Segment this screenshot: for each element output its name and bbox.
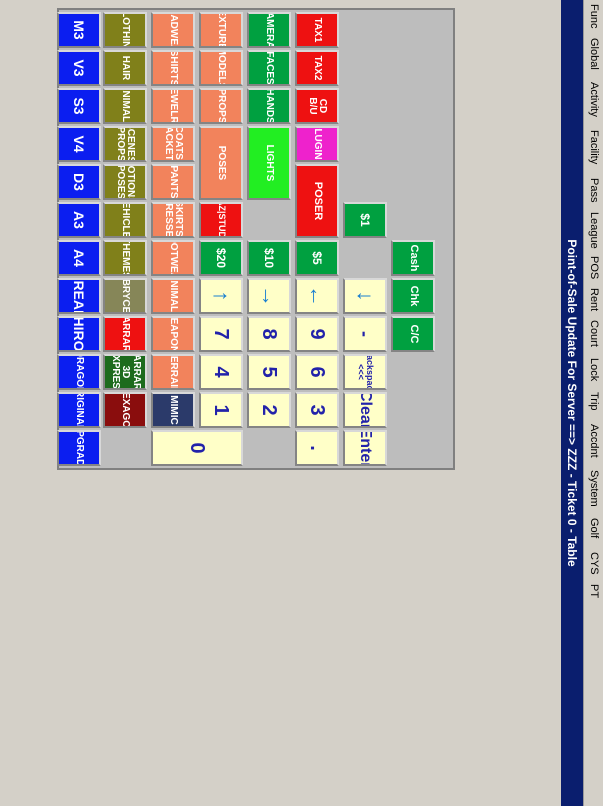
key-models[interactable]: MODELS: [199, 50, 243, 86]
menu-trip[interactable]: Trip: [588, 392, 600, 411]
key-clear[interactable]: Clear: [343, 392, 387, 428]
key-3[interactable]: 3: [295, 392, 339, 428]
key-cd-bu[interactable]: CD B/U: [295, 88, 339, 124]
menu-accdnt[interactable]: Accdnt: [588, 424, 600, 458]
key-7[interactable]: 7: [199, 316, 243, 352]
key-props[interactable]: PROPS: [199, 88, 243, 124]
key-up[interactable]: ↑: [199, 278, 243, 314]
key-themes[interactable]: THEMES: [103, 240, 147, 276]
key-vehicles[interactable]: VEHICLES: [103, 202, 147, 238]
menu-golf[interactable]: Golf: [588, 518, 600, 538]
key-dazstudio[interactable]: DAZ|STUDIO: [199, 202, 243, 238]
key-0[interactable]: 0: [151, 430, 243, 466]
key-a4[interactable]: A4: [57, 240, 101, 276]
key-plugins[interactable]: PLUGINS: [295, 126, 339, 162]
key-tax2[interactable]: TAX2: [295, 50, 339, 86]
key-a3[interactable]: A3: [57, 202, 101, 238]
key-chk[interactable]: Chk: [391, 278, 435, 314]
key-bryce[interactable]: BRYCE: [103, 278, 147, 314]
key-tax1[interactable]: TAX1: [295, 12, 339, 48]
key-4[interactable]: 4: [199, 354, 243, 390]
key-textures[interactable]: TEXTURES: [199, 12, 243, 48]
key-carrara-3d[interactable]: CARRARA 3D EXPRESS: [103, 354, 147, 390]
key-8[interactable]: 8: [247, 316, 291, 352]
key-dragon[interactable]: DRAGON: [57, 354, 101, 390]
key-carrara[interactable]: CARRARA: [103, 316, 147, 352]
key-animals[interactable]: ANIMALS: [103, 88, 147, 124]
key-poses[interactable]: POSES: [199, 126, 243, 200]
menu-league[interactable]: League: [588, 212, 600, 249]
key-usd5[interactable]: $5: [295, 240, 339, 276]
key-5[interactable]: 5: [247, 354, 291, 390]
key-animals2[interactable]: ANIMALS: [151, 278, 195, 314]
key-hands[interactable]: HANDS: [247, 88, 291, 124]
key-m3[interactable]: M3: [57, 12, 101, 48]
pos-window: Func Global Activity Facility Pass Leagu…: [0, 0, 603, 806]
key-v3[interactable]: V3: [57, 50, 101, 86]
keypad-panel: M3 V3 S3 V4 D3 A3 A4 FREAK HIRO DRAGON ORIGINALS UP…: [57, 8, 455, 470]
key-d3[interactable]: D3: [57, 164, 101, 200]
menu-bar: Func Global Activity Facility Pass Leagu…: [583, 0, 603, 806]
key-cc[interactable]: C/C: [391, 316, 435, 352]
key-minus[interactable]: -: [343, 316, 387, 352]
key-clothing[interactable]: CLOTHING: [103, 12, 147, 48]
key-freak[interactable]: FREAK: [57, 278, 101, 314]
key-coats-jackets[interactable]: COATS/ JACKETS: [151, 126, 195, 162]
menu-cys[interactable]: CYS: [588, 552, 600, 575]
key-motions-poses[interactable]: MOTIONS/ POSES: [103, 164, 147, 200]
key-terrain[interactable]: TERRAIN: [151, 354, 195, 390]
key-cameras[interactable]: CAMERAS: [247, 12, 291, 48]
key-hiro[interactable]: HIRO: [57, 316, 101, 352]
key-down[interactable]: ↓: [343, 278, 387, 314]
key-usd20[interactable]: $20: [199, 240, 243, 276]
menu-lock[interactable]: Lock: [588, 358, 600, 381]
key-scenes-props[interactable]: SCENES/ PROPS: [103, 126, 147, 162]
menu-system[interactable]: System: [588, 470, 600, 507]
menu-func[interactable]: Func: [588, 4, 600, 28]
key-headwear[interactable]: HEADWEAR: [151, 12, 195, 48]
key-right[interactable]: →: [247, 278, 291, 314]
key-jewelry[interactable]: JEWELRY: [151, 88, 195, 124]
key-9[interactable]: 9: [295, 316, 339, 352]
menu-court[interactable]: Court: [588, 320, 600, 347]
key-6[interactable]: 6: [295, 354, 339, 390]
key-usd10[interactable]: $10: [247, 240, 291, 276]
title-bar: Point-of-Sale Update For Server ==> ZZZ …: [561, 0, 583, 806]
menu-pos[interactable]: POS: [588, 256, 600, 279]
key-lights[interactable]: LIGHTS: [247, 126, 291, 200]
key-2[interactable]: 2: [247, 392, 291, 428]
key-faces[interactable]: FACES: [247, 50, 291, 86]
key-originals[interactable]: ORIGINALS: [57, 392, 101, 428]
menu-rent[interactable]: Rent: [588, 288, 600, 311]
key-hair[interactable]: HAIR: [103, 50, 147, 86]
key-weapons[interactable]: WEAPONS: [151, 316, 195, 352]
menu-activity[interactable]: Activity: [588, 82, 600, 117]
key-dot[interactable]: .: [295, 430, 339, 466]
key-footwear[interactable]: FOOTWEAR: [151, 240, 195, 276]
key-pants[interactable]: PANTS: [151, 164, 195, 200]
menu-pt[interactable]: PT: [588, 584, 600, 598]
key-v4[interactable]: V4: [57, 126, 101, 162]
menu-facility[interactable]: Facility: [588, 130, 600, 164]
key-upgrade[interactable]: UPGRADE: [57, 430, 101, 466]
key-cash[interactable]: Cash: [391, 240, 435, 276]
key-poser[interactable]: POSER: [295, 164, 339, 238]
key-usd1[interactable]: $1: [343, 202, 387, 238]
key-s3[interactable]: S3: [57, 88, 101, 124]
key-1[interactable]: 1: [199, 392, 243, 428]
key-shirts[interactable]: SHIRTS: [151, 50, 195, 86]
key-mimic[interactable]: MIMIC: [151, 392, 195, 428]
key-backspace[interactable]: Backspace <<<: [343, 354, 387, 390]
key-left[interactable]: ←: [295, 278, 339, 314]
menu-global[interactable]: Global: [588, 38, 600, 70]
menu-pass[interactable]: Pass: [588, 178, 600, 202]
key-hexagon[interactable]: HEXAGON: [103, 392, 147, 428]
key-enter[interactable]: Enter: [343, 430, 387, 466]
key-skirts-dresses[interactable]: SKIRTS/ DRESSES: [151, 202, 195, 238]
